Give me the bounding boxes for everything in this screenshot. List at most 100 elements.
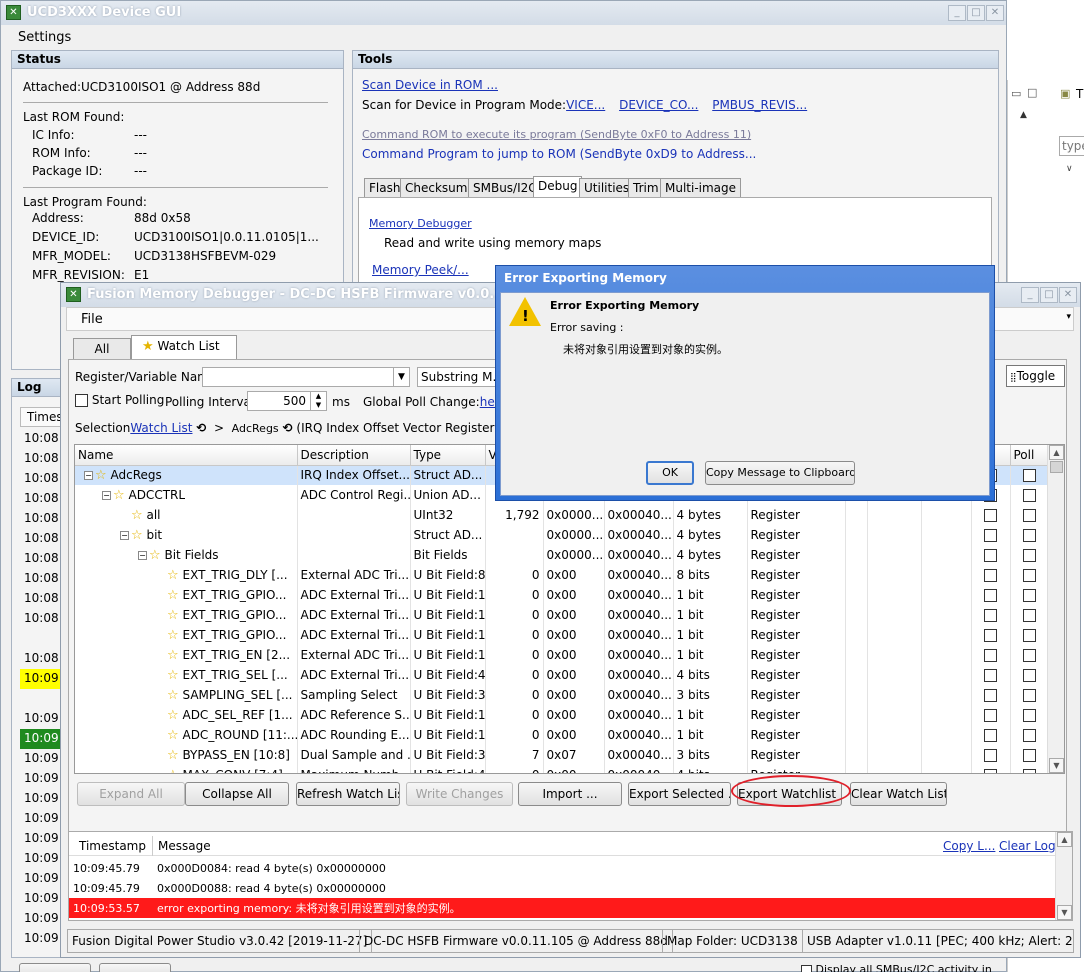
collapse-icon[interactable]: − [138, 550, 147, 560]
tab-multi-image[interactable]: Multi-image [660, 178, 742, 198]
pane-tab-label[interactable]: T [1076, 87, 1083, 101]
export-selected-button[interactable]: Export Selected ... [628, 782, 731, 806]
substring-match-select[interactable]: Substring M... [417, 367, 499, 387]
scan-device-co-link[interactable]: DEVICE_CO... [619, 98, 698, 112]
refresh-watchlist-button[interactable]: Refresh Watch List [296, 782, 400, 806]
star-icon[interactable]: ☆ [167, 768, 179, 774]
close-button[interactable]: ✕ [1059, 287, 1077, 303]
scan-vice-link[interactable]: VICE... [566, 98, 605, 112]
poll-checkbox[interactable] [1023, 549, 1036, 562]
column-header[interactable]: Poll [1010, 445, 1050, 466]
grid-vertical-scrollbar[interactable]: ▲ ▼ [1047, 445, 1064, 773]
debugger-tab-all[interactable]: All [73, 338, 131, 359]
star-icon[interactable]: ☆ [167, 588, 179, 603]
dropdown-arrow-icon[interactable]: ▼ [393, 368, 409, 386]
column-header[interactable]: Description [297, 445, 411, 466]
register-name-combobox[interactable]: ▼ [202, 367, 410, 387]
pane-chevron-icon[interactable]: ∨ [1066, 164, 1073, 174]
smbus-activity-option[interactable]: Display all SMBus/I2C activity in [801, 963, 992, 972]
poll-checkbox[interactable] [1023, 669, 1036, 682]
main-bottom-button[interactable] [99, 963, 171, 972]
main-menu-settings[interactable]: Settings [18, 30, 71, 45]
import-button[interactable]: Import ... [518, 782, 622, 806]
poll-checkbox[interactable] [1023, 689, 1036, 702]
poll-checkbox[interactable] [1023, 629, 1036, 642]
star-icon[interactable]: ☆ [131, 508, 143, 523]
poll-checkbox[interactable] [1023, 489, 1036, 502]
menu-dropdown-icon[interactable]: ▾ [1066, 312, 1071, 322]
maximize-button[interactable]: □ [967, 5, 985, 21]
star-icon[interactable]: ☆ [167, 708, 179, 723]
table-row[interactable]: ☆ EXT_TRIG_GPIO... ADC External Tri... U B… [75, 605, 1050, 625]
table-row[interactable]: ☆ MAX_CONV [7:4]Maximum Numb...U Bit Fie… [75, 765, 1050, 774]
spin-icon[interactable]: ▲ ▼ [310, 392, 326, 410]
collapse-all-button[interactable]: Collapse All [185, 782, 289, 806]
star-icon[interactable]: ☆ [149, 548, 161, 563]
watch-checkbox[interactable] [984, 729, 997, 742]
refresh-icon[interactable]: ⟲ [196, 421, 206, 435]
star-icon[interactable]: ☆ [167, 628, 179, 643]
menu-file[interactable]: File [81, 312, 103, 327]
minimize-button[interactable]: _ [948, 5, 966, 21]
star-icon[interactable]: ☆ [167, 688, 179, 703]
poll-checkbox[interactable] [1023, 589, 1036, 602]
table-row[interactable]: ☆ ADC_SEL_REF [1... ADC Reference S... U B… [75, 705, 1050, 725]
column-header[interactable]: Name [75, 445, 298, 466]
scan-rom-link[interactable]: Scan Device in ROM ... [362, 78, 498, 92]
watch-checkbox[interactable] [984, 769, 997, 773]
watch-checkbox[interactable] [984, 529, 997, 542]
poll-checkbox[interactable] [1023, 729, 1036, 742]
table-row[interactable]: ☆ EXT_TRIG_GPIO... ADC External Tri... U B… [75, 625, 1050, 645]
log-row[interactable]: 10:09:45.79 0x000D0088: read 4 byte(s) 0x… [69, 878, 1057, 898]
table-row[interactable]: ☆ SAMPLING_SEL [... Sampling Select U Bit … [75, 685, 1050, 705]
scroll-down-icon[interactable]: ▼ [1049, 758, 1064, 773]
watch-checkbox[interactable] [984, 709, 997, 722]
column-header[interactable]: Type [410, 445, 486, 466]
poll-checkbox[interactable] [1023, 509, 1036, 522]
command-rom-link[interactable]: Command ROM to execute its program (Send… [362, 128, 751, 141]
collapse-icon[interactable]: − [120, 530, 129, 540]
pane-scroll-up-icon[interactable]: ▲ [1020, 110, 1027, 120]
table-row[interactable]: ☆ BYPASS_EN [10:8] Dual Sample and ... U B… [75, 745, 1050, 765]
star-icon[interactable]: ☆ [167, 648, 179, 663]
scroll-up-icon[interactable]: ▲ [1049, 445, 1064, 460]
star-icon[interactable]: ☆ [167, 608, 179, 623]
collapse-icon[interactable]: − [84, 470, 93, 480]
main-bottom-button[interactable] [19, 963, 91, 972]
star-icon[interactable]: ☆ [95, 468, 107, 483]
memory-peek-link[interactable]: Memory Peek/... [372, 263, 469, 277]
poll-checkbox[interactable] [1023, 609, 1036, 622]
table-row[interactable]: ☆ EXT_TRIG_DLY [... External ADC Tri... U … [75, 565, 1050, 585]
toggle-button[interactable]: ⣿Toggle [1006, 365, 1065, 387]
star-icon[interactable]: ☆ [167, 668, 179, 683]
start-polling-checkbox[interactable] [75, 394, 88, 407]
poll-checkbox[interactable] [1023, 769, 1036, 773]
poll-checkbox[interactable] [1023, 749, 1036, 762]
scan-pmbus-link[interactable]: PMBUS_REVIS... [712, 98, 807, 112]
scroll-up-icon[interactable]: ▲ [1057, 832, 1072, 847]
tab-smbus[interactable]: SMBus/I2C [468, 178, 542, 198]
tab-trim[interactable]: Trim [628, 178, 664, 198]
log-row[interactable]: 10:09:45.79 0x000D0084: read 4 byte(s) 0x… [69, 858, 1057, 878]
star-icon[interactable]: ☆ [167, 728, 179, 743]
debugger-tab-watchlist[interactable]: ★ Watch List [131, 335, 237, 359]
table-row[interactable]: ☆ EXT_TRIG_GPIO... ADC External Tri... U B… [75, 585, 1050, 605]
table-row[interactable]: ☆ ADC_ROUND [11:... ADC Rounding E... U Bi… [75, 725, 1050, 745]
log-row[interactable]: 10:09:53.57 error exporting memory: 未将对象引… [69, 898, 1057, 918]
command-program-link[interactable]: Command Program to jump to ROM (SendByte… [362, 147, 756, 161]
expand-all-button[interactable]: Expand All [77, 782, 185, 806]
pane-search-input[interactable]: type [1059, 136, 1084, 156]
log-vertical-scrollbar[interactable]: ▲ ▼ [1055, 832, 1072, 920]
poll-checkbox[interactable] [1023, 569, 1036, 582]
copy-to-clipboard-button[interactable]: Copy Message to Clipboard [705, 461, 855, 485]
poll-interval-input[interactable]: 500 ▲ ▼ [247, 391, 327, 411]
copy-log-link[interactable]: Copy L... [943, 839, 995, 853]
tab-debug[interactable]: Debug [533, 176, 583, 198]
dialog-title[interactable]: Error Exporting Memory [500, 266, 990, 292]
tab-checksums[interactable]: Checksums [400, 178, 479, 198]
watch-checkbox[interactable] [984, 569, 997, 582]
collapse-icon[interactable]: − [102, 490, 111, 500]
write-changes-button[interactable]: Write Changes [406, 782, 513, 806]
watch-checkbox[interactable] [984, 749, 997, 762]
table-row[interactable]: − ☆ bit Struct AD... 0x0000... 0x00040... 4 b… [75, 525, 1050, 545]
